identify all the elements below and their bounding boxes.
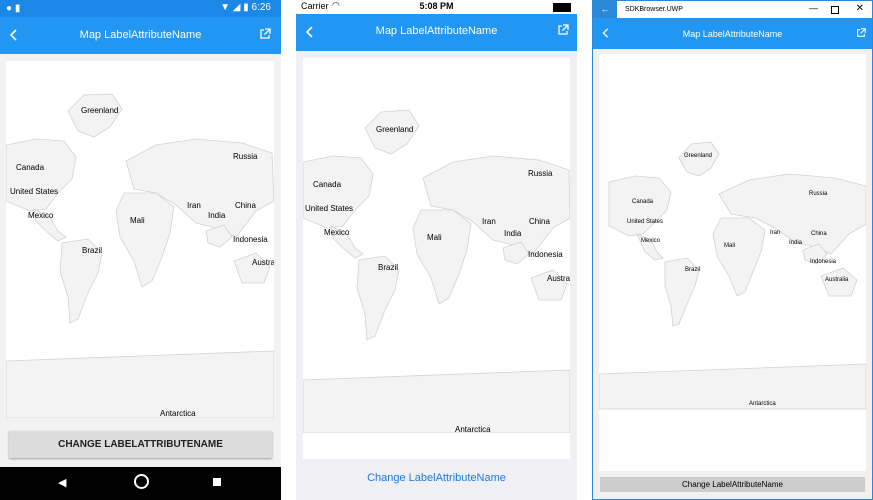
country-label: Australia	[825, 277, 849, 283]
country-label: Antarctica	[749, 401, 776, 407]
country-label: Austra	[547, 274, 570, 283]
map-bottom-strip	[303, 433, 570, 459]
country-label: Russia	[528, 169, 553, 178]
country-label: Mali	[724, 243, 736, 249]
change-label-button[interactable]: Change LabelAttributeName	[600, 477, 865, 492]
landmass-shape	[115, 192, 175, 288]
country-label: Iran	[482, 217, 496, 226]
status-icons-right: ▼ ◢ ▮	[220, 2, 252, 13]
open-external-icon[interactable]	[259, 28, 271, 40]
landmass-shape	[599, 363, 866, 410]
landmass-shape	[6, 350, 274, 418]
open-external-icon[interactable]	[557, 24, 569, 36]
nav-recents-icon[interactable]	[213, 478, 221, 486]
country-label: Indonesia	[233, 235, 268, 244]
window-title: SDKBrowser.UWP	[625, 6, 683, 13]
country-label: Canada	[313, 180, 342, 189]
landmass-shape	[678, 141, 720, 177]
country-label: India	[504, 229, 522, 238]
country-label: Brazil	[82, 246, 103, 255]
world-map[interactable]: Greenland Canada United States Mexico Brazil…	[599, 54, 866, 471]
country-label: Iran	[187, 201, 201, 210]
android-status-bar: ● ▮ ▼ ◢ ▮ 6:26	[0, 0, 281, 17]
country-label: Mexico	[28, 211, 54, 220]
ios-screen: Carrier ◠ 5:08 PM Map LabelAttributeName…	[296, 0, 577, 500]
change-label-button[interactable]: CHANGE LABELATTRIBUTENAME	[9, 431, 272, 458]
uwp-app-bar: Map LabelAttributeName	[593, 18, 872, 49]
country-label: Indonesia	[810, 259, 837, 265]
country-label: Brazil	[378, 263, 399, 272]
country-label: Mali	[427, 233, 442, 242]
country-label: Antarctica	[160, 409, 196, 418]
page-title: Map LabelAttributeName	[682, 29, 783, 39]
android-nav-bar: ◀	[0, 467, 281, 500]
country-label: United States	[10, 187, 59, 196]
country-label: United States	[305, 204, 354, 213]
country-label: Austra	[252, 258, 274, 267]
android-app-bar: Map LabelAttributeName	[0, 17, 281, 54]
landmass-shape	[6, 138, 77, 212]
page-title: Map LabelAttributeName	[375, 25, 498, 37]
country-label: Brazil	[685, 267, 701, 273]
country-label: Greenland	[376, 125, 414, 134]
country-label: Canada	[632, 199, 654, 205]
country-label: China	[529, 217, 550, 226]
android-screen: ● ▮ ▼ ◢ ▮ 6:26 Map LabelAttributeName Gr…	[0, 0, 281, 500]
country-label: China	[235, 201, 256, 210]
country-label: Russia	[809, 191, 828, 197]
status-icons-left: ● ▮	[6, 3, 21, 14]
country-label: Indonesia	[528, 250, 563, 259]
country-label: Antarctica	[455, 425, 491, 433]
country-label: Mexico	[641, 238, 661, 244]
country-label: China	[811, 231, 827, 237]
landmass-shape	[303, 369, 570, 433]
window-back-icon[interactable]: ←	[593, 1, 617, 18]
country-label: Iran	[770, 230, 781, 236]
landmass-shape	[712, 217, 766, 297]
landmass-shape	[67, 93, 123, 138]
country-label: Canada	[16, 163, 45, 172]
country-label: India	[789, 240, 803, 246]
landmass-shape	[412, 209, 472, 305]
window-title-bar: ← SDKBrowser.UWP — ✕	[593, 1, 872, 18]
world-map[interactable]: Greenland Canada United States Mexico Brazil…	[6, 61, 274, 418]
nav-back-icon[interactable]: ◀	[58, 476, 66, 489]
change-label-button[interactable]: Change LabelAttributeName	[296, 469, 577, 487]
page-title: Map LabelAttributeName	[79, 29, 202, 41]
landmass-shape	[303, 155, 374, 229]
battery-icon	[553, 3, 571, 12]
uwp-window: ← SDKBrowser.UWP — ✕ Map LabelAttributeN…	[592, 0, 873, 500]
close-icon[interactable]: ✕	[856, 3, 864, 14]
status-time: 5:08 PM	[419, 1, 454, 11]
maximize-icon[interactable]	[831, 6, 839, 14]
country-label: United States	[627, 219, 664, 225]
landmass-shape	[608, 175, 672, 237]
world-map[interactable]: Greenland Canada United States Mexico Brazil…	[303, 58, 570, 433]
content-area: Greenland Canada United States Mexico Brazil…	[593, 49, 872, 499]
country-label: Russia	[233, 152, 258, 161]
nav-home-icon[interactable]	[134, 474, 149, 489]
country-label: Greenland	[684, 153, 713, 159]
country-label: Mali	[130, 216, 145, 225]
ios-status-bar: Carrier ◠ 5:08 PM	[296, 0, 577, 14]
status-time: 6:26	[251, 2, 271, 13]
ios-app-bar: Map LabelAttributeName	[296, 14, 577, 51]
minimize-icon[interactable]: —	[809, 3, 818, 13]
country-label: India	[208, 211, 226, 220]
world-map-shapes	[303, 109, 570, 433]
country-label: Greenland	[81, 106, 119, 115]
country-label: Mexico	[324, 228, 350, 237]
open-external-icon[interactable]	[856, 28, 866, 38]
